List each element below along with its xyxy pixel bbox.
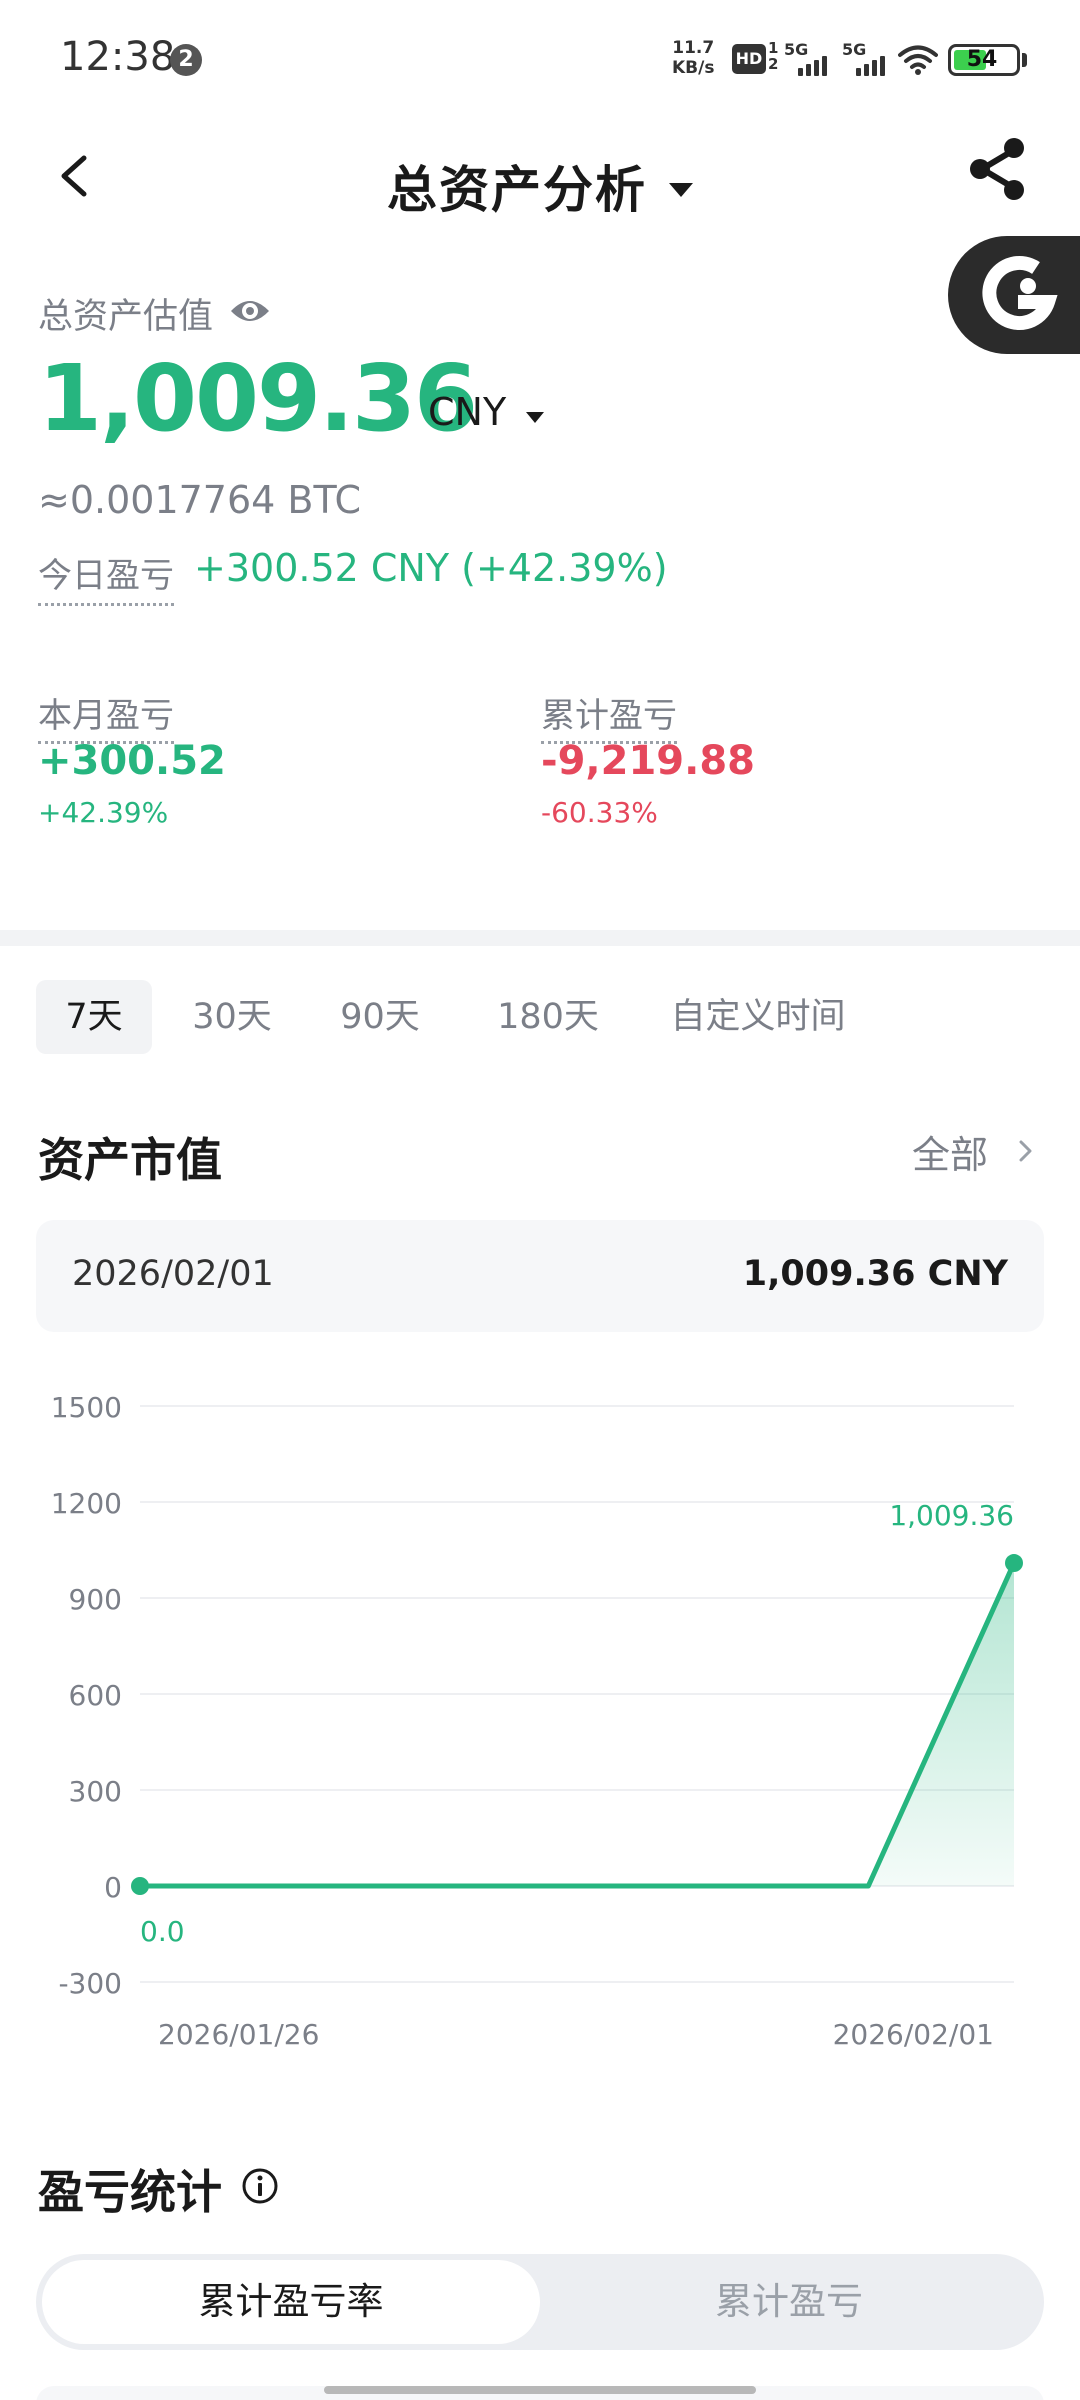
tab-cumulative-pnl-rate[interactable]: 累计盈亏率 <box>42 2260 540 2344</box>
chevron-right-icon[interactable] <box>1016 1136 1036 1166</box>
today-pnl-value: +300.52 CNY (+42.39%) <box>194 546 668 590</box>
y-tick-label: 1500 <box>51 1391 122 1424</box>
selected-date: 2026/02/01 <box>72 1254 274 1294</box>
x-tick-label: 2026/02/01 <box>833 2018 994 2051</box>
start-value-label: 0.0 <box>140 1915 185 1948</box>
info-icon[interactable] <box>240 2166 280 2206</box>
selected-point-card: 2026/02/01 1,009.36 CNY <box>36 1220 1044 1332</box>
notification-badge: 2 <box>170 44 202 76</box>
floating-assistant-button[interactable] <box>948 236 1080 354</box>
battery-icon: 54 <box>948 44 1020 76</box>
sim2-label: 5G <box>842 40 867 59</box>
start-point-marker <box>131 1877 149 1895</box>
today-pnl-label[interactable]: 今日盈亏 <box>38 548 174 606</box>
y-tick-label: 0 <box>104 1871 122 1904</box>
assistant-logo-icon <box>982 255 1058 330</box>
tab-7d[interactable]: 7天 <box>36 980 152 1054</box>
network-speed-value: 11.7 <box>672 38 715 58</box>
network-speed: 11.7 KB/s <box>672 38 714 78</box>
tab-cumulative-pnl[interactable]: 累计盈亏 <box>540 2260 1038 2344</box>
hd-sub-1: 1 <box>768 39 779 57</box>
signal-icon-sim2: 5G <box>842 40 902 76</box>
month-pnl-value: +300.52 <box>38 738 226 784</box>
pnl-stats-title: 盈亏统计 <box>38 2165 222 2219</box>
battery-level: 54 <box>966 47 998 72</box>
hd-icon: HD <box>732 44 766 74</box>
series-area <box>140 1563 1014 1886</box>
section-divider <box>0 930 1080 946</box>
view-all-link[interactable]: 全部 <box>912 1124 988 1179</box>
share-button[interactable] <box>966 134 1030 204</box>
end-point-marker <box>1005 1554 1023 1573</box>
status-time: 12:38 <box>60 34 176 80</box>
total-asset-value: 1,009.36 <box>38 345 478 452</box>
network-speed-unit: KB/s <box>672 58 715 78</box>
total-asset-label: 总资产估值 <box>38 297 214 337</box>
caret-down-icon <box>669 182 693 197</box>
selected-value: 1,009.36 CNY <box>742 1254 1008 1294</box>
hd-sub-2: 2 <box>768 55 779 73</box>
y-tick-label: 300 <box>69 1775 122 1808</box>
tab-30d[interactable]: 30天 <box>172 980 292 1054</box>
y-tick-label: 900 <box>69 1583 122 1616</box>
tab-custom-time[interactable]: 自定义时间 <box>648 980 868 1054</box>
btc-equivalent: ≈0.0017764 BTC <box>38 478 361 522</box>
sim1-label: 5G <box>784 40 809 59</box>
cumulative-pnl-value: -9,219.88 <box>541 738 755 784</box>
battery-tip <box>1022 53 1027 67</box>
currency-caret-icon[interactable] <box>526 412 544 423</box>
page-title-dropdown[interactable]: 总资产分析 <box>0 150 1080 222</box>
series-line <box>140 1561 1017 1889</box>
tab-90d[interactable]: 90天 <box>320 980 440 1054</box>
app-header: 总资产分析 <box>0 118 1080 268</box>
page-title: 总资产分析 <box>387 161 647 219</box>
cumulative-pnl-label[interactable]: 累计盈亏 <box>541 688 677 744</box>
wifi-icon <box>898 45 938 75</box>
market-value-title: 资产市值 <box>38 1133 222 1187</box>
y-tick-label: 1200 <box>51 1487 122 1520</box>
home-indicator[interactable] <box>324 2386 756 2394</box>
month-pnl-label[interactable]: 本月盈亏 <box>38 688 174 744</box>
end-value-label: 1,009.36 <box>889 1499 1014 1532</box>
status-bar: 12:38 2 11.7 KB/s HD 1 2 5G 5G 54 <box>0 0 1080 118</box>
x-tick-label: 2026/01/26 <box>158 2018 319 2051</box>
cumulative-pnl-percent: -60.33% <box>541 796 658 829</box>
currency-selector[interactable]: CNY <box>428 390 506 434</box>
y-tick-label: 600 <box>69 1679 122 1712</box>
y-tick-label: -300 <box>58 1967 122 2000</box>
hd-sub-indicator: 1 2 <box>768 40 778 72</box>
month-pnl-percent: +42.39% <box>38 796 169 829</box>
market-value-chart[interactable]: 1500 1200 900 600 300 0 -300 0.0 1,009.36 2026/01… <box>0 1360 1080 2080</box>
eye-icon[interactable] <box>228 296 272 326</box>
signal-icon-sim1: 5G <box>784 40 844 76</box>
tab-180d[interactable]: 180天 <box>478 980 618 1054</box>
pnl-segmented-control: 累计盈亏率 累计盈亏 <box>36 2254 1044 2350</box>
